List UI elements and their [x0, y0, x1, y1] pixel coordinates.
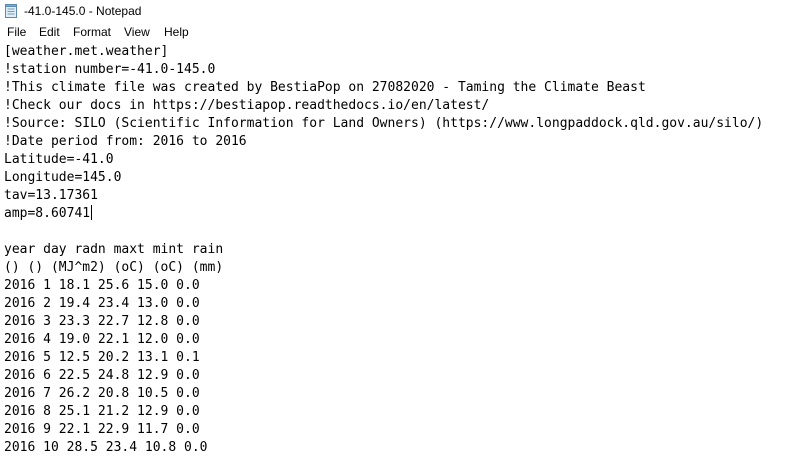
text-line: tav=13.17361: [4, 188, 98, 203]
text-line: 2016 5 12.5 20.2 13.1 0.1: [4, 350, 200, 365]
text-caret: [91, 205, 93, 220]
window-title: -41.0-145.0 - Notepad: [24, 4, 142, 18]
text-line: 2016 10 28.5 23.4 10.8 0.0: [4, 440, 208, 455]
text-line: !Source: SILO (Scientific Information fo…: [4, 116, 764, 131]
text-line: Longitude=145.0: [4, 170, 122, 185]
text-editor[interactable]: [weather.met.weather] !station number=-4…: [0, 43, 792, 458]
text-line: 2016 9 22.1 22.9 11.7 0.0: [4, 422, 200, 437]
text-line: !Date period from: 2016 to 2016: [4, 134, 247, 149]
menu-edit[interactable]: Edit: [39, 25, 60, 40]
text-line: 2016 8 25.1 21.2 12.9 0.0: [4, 404, 200, 419]
menu-file[interactable]: File: [7, 25, 26, 40]
text-line: amp=8.60741: [4, 206, 91, 221]
menu-help[interactable]: Help: [164, 25, 189, 40]
text-line: !station number=-41.0-145.0: [4, 62, 216, 77]
text-line: 2016 7 26.2 20.8 10.5 0.0: [4, 386, 200, 401]
title-bar[interactable]: -41.0-145.0 - Notepad: [0, 0, 792, 22]
text-line: !This climate file was created by Bestia…: [4, 80, 646, 95]
menu-view[interactable]: View: [124, 25, 150, 40]
text-line: 2016 3 23.3 22.7 12.8 0.0: [4, 314, 200, 329]
text-line: year day radn maxt mint rain: [4, 242, 224, 257]
menu-bar: File Edit Format View Help: [0, 22, 792, 44]
text-line: 2016 2 19.4 23.4 13.0 0.0: [4, 296, 200, 311]
text-line: () () (MJ^m2) (oC) (oC) (mm): [4, 260, 224, 275]
text-line: [weather.met.weather]: [4, 44, 169, 59]
text-line: 2016 6 22.5 24.8 12.9 0.0: [4, 368, 200, 383]
text-line: 2016 1 18.1 25.6 15.0 0.0: [4, 278, 200, 293]
text-line: !Check our docs in https://bestiapop.rea…: [4, 98, 490, 113]
menu-format[interactable]: Format: [73, 25, 111, 40]
text-line-with-caret: amp=8.60741: [4, 205, 93, 223]
text-line: Latitude=-41.0: [4, 152, 114, 167]
notepad-icon: [5, 4, 17, 18]
notepad-window: -41.0-145.0 - Notepad File Edit Format V…: [0, 0, 792, 458]
text-line: 2016 4 19.0 22.1 12.0 0.0: [4, 332, 200, 347]
